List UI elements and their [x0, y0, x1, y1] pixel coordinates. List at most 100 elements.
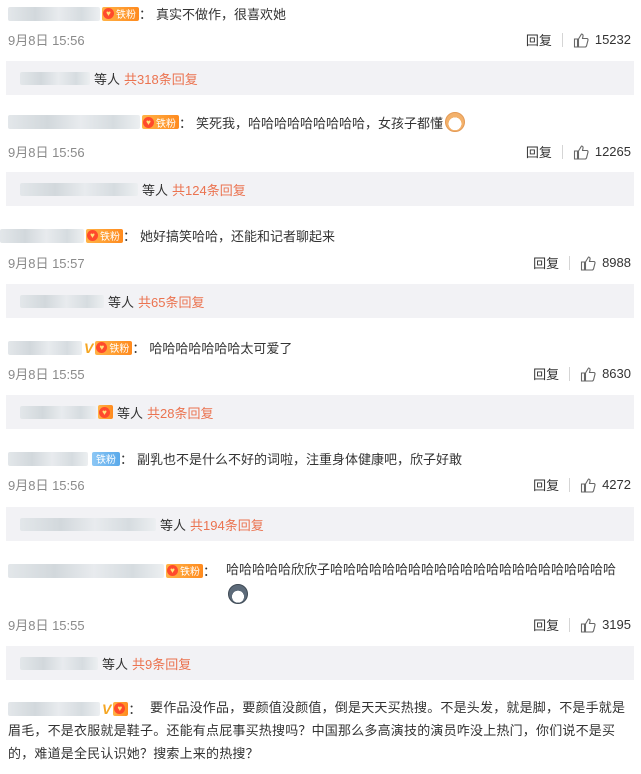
comment-time: 9月8日 15:56 [8, 478, 85, 493]
reply-deng-ren: 等人 [142, 182, 169, 198]
reply-button[interactable]: 回复 [526, 30, 552, 49]
username-blurred[interactable] [8, 340, 82, 355]
reply-summary[interactable]: 等人 共9条回复 [6, 646, 634, 680]
reply-usernames-blurred [20, 656, 98, 670]
username-blurred[interactable] [8, 6, 100, 21]
username-blurred[interactable] [8, 451, 88, 466]
like-count: 8988 [602, 255, 631, 270]
reply-count-link[interactable]: 共194条回复 [190, 515, 264, 534]
divider [561, 144, 563, 159]
comment-header: ♥ 铁粉 ： 真实不做作，很喜欢她 [8, 4, 286, 23]
comment-actions: 回复 12265 [526, 142, 631, 161]
thumbs-up-icon[interactable] [580, 366, 596, 382]
comment-header: ♥ 铁粉 ： 她好搞笑哈哈，还能和记者聊起来 [0, 226, 335, 245]
heart-icon: ♥ [96, 342, 108, 353]
comment-actions: 回复 8630 [533, 364, 631, 383]
comment-time: 9月8日 15:56 [8, 33, 85, 48]
comment-header: V ♥ 铁粉 ： 哈哈哈哈哈哈哈太可爱了 [8, 338, 292, 357]
colon: ： [203, 564, 217, 579]
username-blurred[interactable] [8, 563, 164, 578]
heart-icon: ♥ [99, 406, 110, 418]
reply-button[interactable]: 回复 [533, 475, 559, 494]
divider [569, 617, 571, 632]
verified-v-icon: V [84, 339, 94, 356]
reply-deng-ren: 等人 [117, 405, 144, 421]
reply-count-link[interactable]: 共28条回复 [147, 403, 213, 422]
like-count: 12265 [594, 144, 631, 159]
thumbs-up-icon[interactable] [580, 255, 596, 271]
fan-badge: 铁粉 [92, 451, 120, 466]
thumbs-up-icon[interactable] [580, 477, 596, 493]
comment-actions: 回复 4272 [533, 475, 631, 494]
reply-button[interactable]: 回复 [533, 615, 559, 634]
heart-icon: ♥ [87, 230, 98, 241]
comment-time: 9月8日 15:56 [8, 145, 85, 160]
reply-deng-ren: 等人 [108, 294, 135, 310]
comment-text-wrap: 哈哈哈哈哈欣欣子哈哈哈哈哈哈哈哈哈哈哈哈哈哈哈哈哈哈哈哈哈哈 [226, 558, 633, 604]
username-blurred[interactable] [8, 115, 140, 129]
thumbs-up-icon[interactable] [580, 617, 596, 633]
divider [569, 477, 571, 492]
reply-summary[interactable]: 等人 共318条回复 [6, 61, 634, 95]
reply-button[interactable]: 回复 [533, 253, 559, 272]
comment-actions: 回复 15232 [526, 30, 631, 49]
reply-deng-ren: 等人 [94, 71, 121, 87]
heart-icon: ♥ [143, 116, 154, 128]
thumbs-up-icon[interactable] [573, 144, 589, 160]
like-count: 3195 [602, 617, 631, 632]
reply-usernames-blurred [20, 71, 90, 85]
reply-summary[interactable]: 等人 共124条回复 [6, 172, 634, 206]
fan-badge: ♥ 铁粉 [102, 6, 139, 21]
reply-deng-ren: 等人 [160, 517, 187, 533]
fan-badge: ♥ 铁粉 [166, 563, 203, 578]
reply-usernames-blurred [20, 294, 104, 308]
comment-header: ♥ 铁粉 ： 笑死我，哈哈哈哈哈哈哈哈哈，女孩子都懂 [8, 112, 466, 132]
comment-text: 笑死我，哈哈哈哈哈哈哈哈哈，女孩子都懂 [196, 115, 444, 131]
colon: ： [120, 452, 134, 467]
fan-badge-small: ♥ [98, 405, 113, 419]
reply-count-link[interactable]: 共65条回复 [138, 292, 204, 311]
husky-emoji-icon [228, 583, 248, 604]
reply-usernames-blurred [20, 517, 156, 531]
like-count: 15232 [594, 32, 631, 47]
comment-text: 哈哈哈哈哈哈哈太可爱了 [149, 341, 293, 356]
username-blurred[interactable] [0, 228, 84, 243]
reply-usernames-blurred [20, 182, 138, 196]
reply-count-link[interactable]: 共9条回复 [132, 654, 191, 673]
reply-button[interactable]: 回复 [533, 364, 559, 383]
thumbs-up-icon[interactable] [573, 32, 589, 48]
comment-header: ♥ 铁粉 ： [8, 561, 220, 580]
like-count: 8630 [602, 366, 631, 381]
comment-text: 她好搞笑哈哈，还能和记者聊起来 [140, 229, 336, 244]
comment-header: 铁粉 ： 副乳也不是什么不好的词啦，注重身体健康吧，欣子好敢 [8, 449, 462, 468]
reply-summary[interactable]: 等人 共194条回复 [6, 507, 634, 541]
comment-text: 哈哈哈哈哈欣欣子哈哈哈哈哈哈哈哈哈哈哈哈哈哈哈哈哈哈哈哈哈哈 [226, 562, 617, 577]
comment-time: 9月8日 15:55 [8, 367, 85, 382]
colon: ： [123, 229, 137, 244]
colon: ： [132, 341, 146, 356]
reply-usernames-blurred [20, 405, 96, 419]
comment-actions: 回复 8988 [533, 253, 631, 272]
divider [561, 32, 563, 47]
reply-deng-ren: 等人 [102, 656, 129, 672]
reply-summary[interactable]: 等人 共65条回复 [6, 284, 634, 318]
cat-emoji-icon [445, 112, 466, 132]
colon: ： [139, 7, 153, 22]
comment-time: 9月8日 15:55 [8, 618, 85, 633]
reply-button[interactable]: 回复 [526, 142, 552, 161]
comment-text-wrap: 要作品没作品，要颜值没颜值，倒是天天买热搜。不是头发，就是脚，不是手就是眉毛，不… [8, 696, 633, 765]
divider [569, 366, 571, 381]
reply-count-link[interactable]: 共318条回复 [124, 69, 198, 88]
reply-summary[interactable]: ♥ 等人 共28条回复 [6, 395, 634, 429]
comment-text: 真实不做作，很喜欢她 [156, 7, 287, 22]
divider [569, 255, 571, 270]
heart-icon: ♥ [167, 565, 178, 576]
fan-badge: ♥ 铁粉 [86, 228, 123, 243]
comment-text: 副乳也不是什么不好的词啦，注重身体健康吧，欣子好敢 [137, 452, 463, 467]
fan-badge: ♥ 铁粉 [95, 340, 133, 355]
like-count: 4272 [602, 477, 631, 492]
heart-icon: ♥ [103, 8, 114, 19]
comment-time: 9月8日 15:57 [8, 256, 85, 271]
colon: ： [179, 115, 193, 131]
reply-count-link[interactable]: 共124条回复 [172, 180, 246, 199]
